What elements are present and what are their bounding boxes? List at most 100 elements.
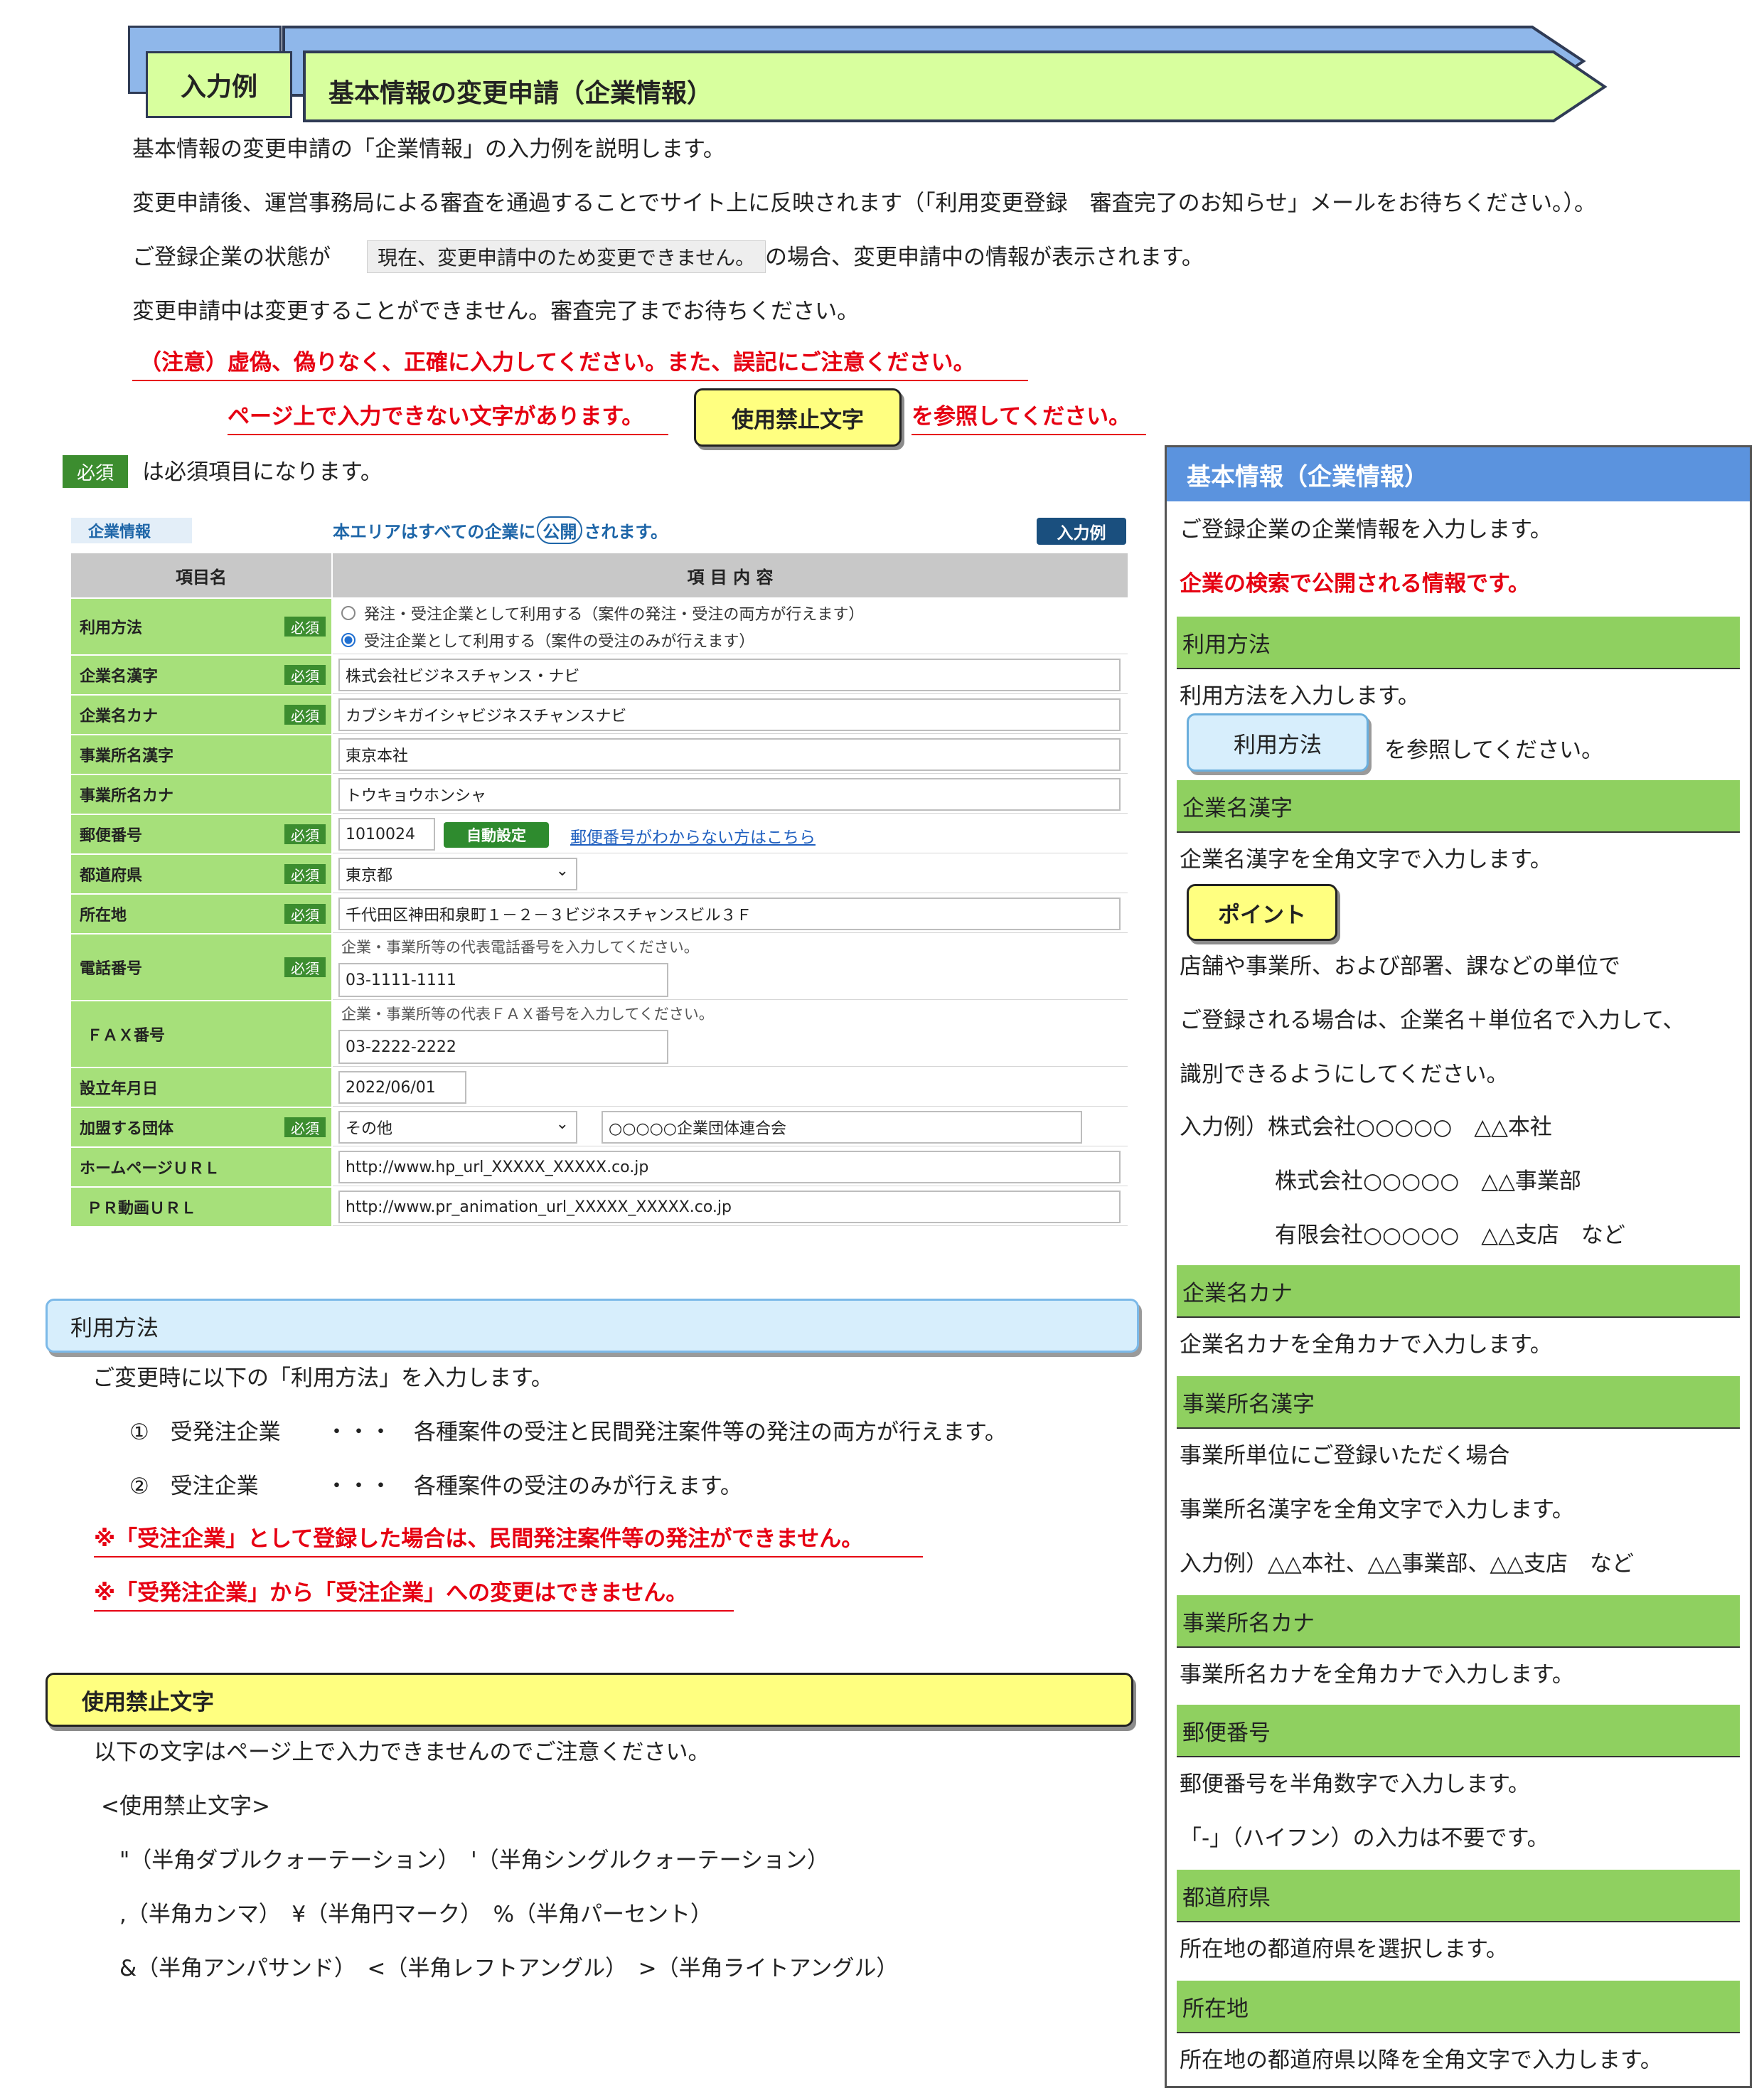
- required-badge: 必須: [284, 1117, 326, 1137]
- usage-item-1-dots: ・・・: [326, 1420, 392, 1445]
- intro-line-3-post: の場合、変更申請中の情報が表示されます。: [765, 245, 1204, 270]
- row-value-postal: 1010024 自動設定 郵便番号がわからない方はこちら: [333, 815, 1128, 853]
- rp-address-text: 所在地の都道府県以降を全角文字で入力します。: [1180, 2048, 1662, 2073]
- rp-bar-usage: 利用方法: [1177, 617, 1740, 669]
- forbidden-chars-button[interactable]: 使用禁止文字: [694, 388, 902, 447]
- row-label-group: 加盟する団体 必須: [71, 1108, 331, 1146]
- fax-hint: 企業・事業所等の代表ＦＡＸ番号を入力してください。: [341, 1006, 714, 1023]
- usage-item-2: ② 受注企業: [129, 1474, 259, 1499]
- row-value-address: 千代田区神田和泉町１－２－３ビジネスチャンスビル３Ｆ: [333, 895, 1128, 933]
- postal-code-input[interactable]: 1010024: [338, 818, 435, 851]
- row-value-office-kana: トウキョウホンシャ: [333, 775, 1128, 814]
- warning-chars-post: を参照してください。: [912, 403, 1146, 435]
- status-chip: 現在、変更申請中のため変更できません。: [367, 240, 766, 273]
- required-badge: 必須: [284, 824, 326, 844]
- rp-point-1: 店舗や事業所、および部署、課などの単位で: [1180, 954, 1620, 979]
- forbidden-list-3: &（半角アンパサンド） <（半角レフトアングル） >（半角ライトアングル）: [119, 1956, 899, 1981]
- usage-item-1-desc: 各種案件の受注と民間発注案件等の発注の両方が行えます。: [414, 1420, 1007, 1445]
- header-tag: 入力例: [146, 51, 292, 118]
- postal-lookup-link[interactable]: 郵便番号がわからない方はこちら: [570, 824, 816, 848]
- rp-bar-name-kana: 企業名カナ: [1177, 1265, 1740, 1318]
- required-badge: 必須: [284, 705, 326, 725]
- required-badge: 必須: [284, 864, 326, 884]
- usage-option-2[interactable]: 受注企業として利用する（案件の受注のみが行えます）: [341, 629, 754, 651]
- rp-name-kanji-text: 企業名漢字を全角文字で入力します。: [1180, 847, 1552, 873]
- rp-bar-address: 所在地: [1177, 1981, 1740, 2033]
- homepage-url-input[interactable]: http://www.hp_url_XXXXX_XXXXX.co.jp: [338, 1151, 1121, 1183]
- office-name-kana-input[interactable]: トウキョウホンシャ: [338, 778, 1121, 811]
- rp-example-2: 株式会社○○○○○ △△事業部: [1275, 1168, 1581, 1194]
- fax-input[interactable]: 03-2222-2222: [338, 1030, 668, 1064]
- office-name-kanji-input[interactable]: 東京本社: [338, 738, 1121, 771]
- auto-fill-button[interactable]: 自動設定: [444, 822, 549, 848]
- column-header-item: 項目名: [71, 553, 331, 597]
- forbidden-chars-button-label: 使用禁止文字: [732, 407, 864, 433]
- company-name-kanji-input[interactable]: 株式会社ビジネスチャンス・ナビ: [338, 659, 1121, 691]
- intro-line-1: 基本情報の変更申請の「企業情報」の入力例を説明します。: [132, 137, 725, 162]
- header-tag-label: 入力例: [180, 73, 257, 102]
- usage-item-2-dots: ・・・: [326, 1474, 392, 1499]
- required-badge: 必須: [284, 665, 326, 685]
- usage-item-1: ① 受発注企業: [129, 1420, 281, 1445]
- right-panel-title: 基本情報（企業情報）: [1167, 447, 1750, 501]
- rp-usage-after: を参照してください。: [1384, 738, 1604, 763]
- required-badge: 必須: [63, 455, 128, 488]
- form-section-label: 企業情報: [71, 518, 192, 543]
- rp-example-3: 有限会社○○○○○ △△支店 など: [1275, 1223, 1625, 1248]
- intro-line-3-pre: ご登録企業の状態が: [132, 245, 331, 270]
- row-value-pr-video: http://www.pr_animation_url_XXXXX_XXXXX.…: [333, 1188, 1128, 1226]
- row-label-office-kana: 事業所名カナ: [71, 775, 331, 814]
- usage-section-header: 利用方法: [46, 1299, 1139, 1353]
- company-name-kana-input[interactable]: カブシキガイシャビジネスチャンスナビ: [338, 698, 1121, 731]
- rp-office-kanji-3: 入力例）△△本社、△△事業部、△△支店 など: [1180, 1551, 1635, 1577]
- row-label-postal: 郵便番号 必須: [71, 815, 331, 853]
- example-badge: 入力例: [1037, 518, 1126, 545]
- required-badge: 必須: [284, 904, 326, 924]
- rp-prefecture-text: 所在地の都道府県を選択します。: [1180, 1937, 1508, 1962]
- row-value-founded: 2022/06/01: [333, 1068, 1128, 1107]
- group-select[interactable]: その他: [338, 1111, 577, 1144]
- prefecture-select[interactable]: 東京都: [338, 858, 577, 890]
- row-value-usage: 発注・受注企業として利用する（案件の発注・受注の両方が行えます） 受注企業として…: [333, 599, 1128, 654]
- row-value-prefecture: 東京都: [333, 855, 1128, 893]
- usage-warning-2: ※「受発注企業」から「受注企業」への変更はできません。: [94, 1579, 734, 1612]
- usage-option-1[interactable]: 発注・受注企業として利用する（案件の発注・受注の両方が行えます）: [341, 602, 864, 624]
- rp-name-kana-text: 企業名カナを全角カナで入力します。: [1180, 1332, 1552, 1358]
- rp-bar-office-kana: 事業所名カナ: [1177, 1595, 1740, 1648]
- rp-example-1: 入力例）株式会社○○○○○ △△本社: [1180, 1114, 1552, 1140]
- row-value-tel: 企業・事業所等の代表電話番号を入力してください。 03-1111-1111: [333, 934, 1128, 1000]
- page-title: 基本情報の変更申請（企業情報）: [328, 79, 713, 108]
- address-input[interactable]: 千代田区神田和泉町１－２－３ビジネスチャンスビル３Ｆ: [338, 898, 1121, 930]
- rp-usage-button[interactable]: 利用方法: [1187, 713, 1369, 772]
- founded-date-input[interactable]: 2022/06/01: [338, 1071, 466, 1104]
- row-label-address: 所在地 必須: [71, 895, 331, 933]
- row-label-fax: ＦＡＸ番号: [71, 1001, 331, 1067]
- rp-bar-postal: 郵便番号: [1177, 1705, 1740, 1757]
- rp-postal-2: 「-」（ハイフン）の入力は不要です。: [1180, 1826, 1549, 1851]
- public-badge: 公開: [537, 516, 583, 544]
- rp-point-button[interactable]: ポイント: [1187, 884, 1337, 941]
- row-label-name-kanji: 企業名漢字 必須: [71, 656, 331, 694]
- row-value-fax: 企業・事業所等の代表ＦＡＸ番号を入力してください。 03-2222-2222: [333, 1001, 1128, 1067]
- required-explanation: は必須項目になります。: [142, 459, 383, 485]
- warning-chars-pre: ページ上で入力できない文字があります。: [228, 403, 668, 435]
- rp-office-kana-text: 事業所名カナを全角カナで入力します。: [1180, 1662, 1574, 1688]
- rp-bar-prefecture: 都道府県: [1177, 1870, 1740, 1922]
- forbidden-list-2: ,（半角カンマ） ¥（半角円マーク） %（半角パーセント）: [119, 1902, 713, 1927]
- required-badge: 必須: [284, 617, 326, 637]
- radio-checked-icon[interactable]: [341, 633, 356, 647]
- tel-input[interactable]: 03-1111-1111: [338, 963, 668, 997]
- row-value-name-kanji: 株式会社ビジネスチャンス・ナビ: [333, 656, 1128, 694]
- usage-item-2-desc: 各種案件の受注のみが行えます。: [414, 1474, 742, 1499]
- rp-intro-red: 企業の検索で公開される情報です。: [1180, 571, 1530, 597]
- group-name-input[interactable]: ○○○○○企業団体連合会: [602, 1111, 1082, 1144]
- usage-intro: ご変更時に以下の「利用方法」を入力します。: [92, 1365, 553, 1391]
- radio-unchecked-icon[interactable]: [341, 606, 356, 620]
- pr-video-url-input[interactable]: http://www.pr_animation_url_XXXXX_XXXXX.…: [338, 1191, 1121, 1223]
- forbidden-heading: <使用禁止文字>: [101, 1794, 270, 1819]
- forbidden-list-1: "（半角ダブルクォーテーション） '（半角シングルクォーテーション）: [119, 1848, 830, 1873]
- intro-line-4: 変更申請中は変更することができません。審査完了までお待ちください。: [132, 299, 860, 324]
- usage-warning-1: ※「受注企業」として登録した場合は、民間発注案件等の発注ができません。: [94, 1525, 923, 1557]
- right-panel: 基本情報（企業情報） ご登録企業の企業情報を入力します。 企業の検索で公開される…: [1165, 445, 1752, 2088]
- rp-point-2: ご登録される場合は、企業名＋単位名で入力して、: [1180, 1008, 1685, 1033]
